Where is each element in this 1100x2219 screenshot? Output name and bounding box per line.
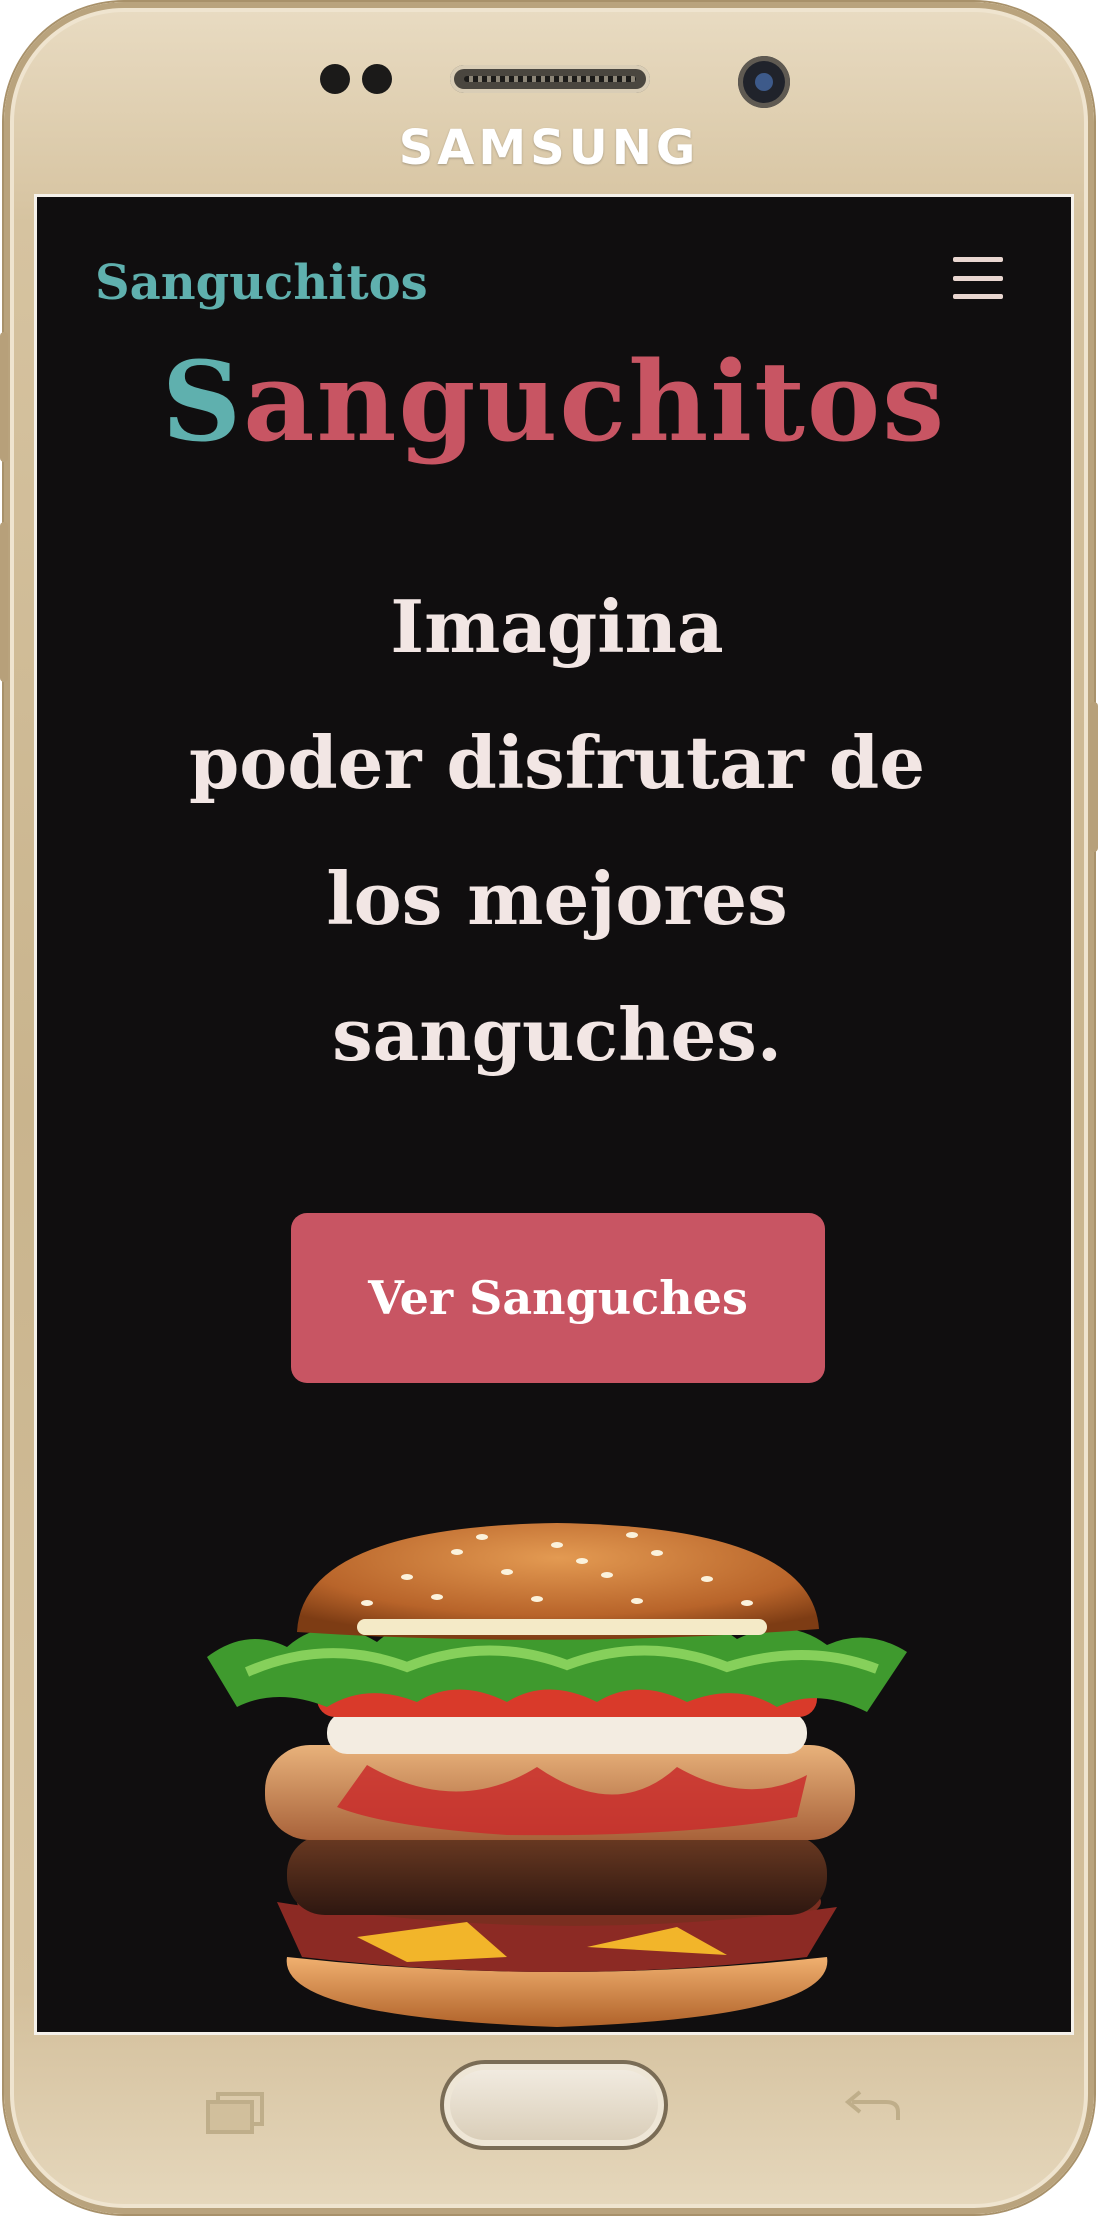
- home-button[interactable]: [440, 2060, 668, 2150]
- recent-apps-icon[interactable]: [204, 2090, 268, 2134]
- earpiece-speaker: [450, 65, 650, 93]
- hero-tagline: Imagina poder disfrutar de los mejores s…: [107, 559, 1007, 1103]
- volume-down-button: [0, 522, 8, 682]
- tagline-line: poder disfrutar de: [188, 720, 926, 805]
- phone-frame: SAMSUNG Sanguchitos Sanguchitos Imagina …: [0, 2, 1098, 2214]
- hero-title-rest: anguchitos: [243, 337, 947, 466]
- hero-title: Sanguchitos: [37, 347, 1071, 457]
- nav-logo[interactable]: Sanguchitos: [95, 255, 428, 311]
- tagline-line: Imagina: [390, 584, 724, 669]
- back-icon[interactable]: [838, 2090, 908, 2134]
- device-brand-logo: SAMSUNG: [398, 120, 700, 176]
- hamburger-menu-icon[interactable]: [953, 257, 1003, 299]
- screen: Sanguchitos Sanguchitos Imagina poder di…: [34, 194, 1074, 2035]
- sensor-dots: [320, 64, 392, 94]
- ver-sanguches-button[interactable]: Ver Sanguches: [291, 1213, 825, 1383]
- front-camera: [738, 56, 790, 108]
- tagline-line: sanguches.: [332, 992, 782, 1077]
- power-button: [1090, 702, 1098, 852]
- hero-title-first-letter: S: [161, 337, 244, 466]
- burger-image: [207, 1523, 907, 2027]
- tagline-line: los mejores: [326, 856, 788, 941]
- volume-up-button: [0, 332, 8, 462]
